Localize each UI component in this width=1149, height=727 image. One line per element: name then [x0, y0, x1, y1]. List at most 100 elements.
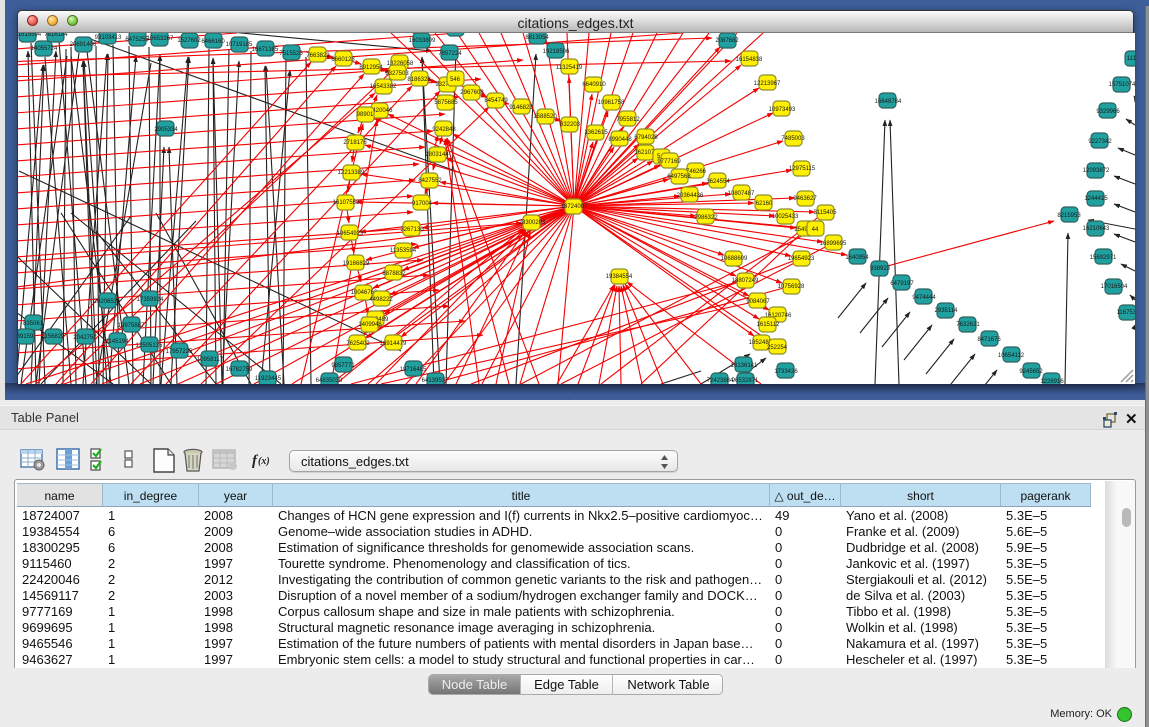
svg-text:7857224: 7857224: [438, 51, 462, 57]
svg-text:9327503: 9327503: [385, 71, 409, 77]
svg-text:7955812: 7955812: [616, 117, 640, 123]
svg-text:9474444: 9474444: [912, 295, 936, 301]
svg-text:16543382: 16543382: [370, 84, 397, 90]
svg-text:19654923: 19654923: [337, 231, 364, 237]
svg-text:10807487: 10807487: [728, 191, 755, 197]
svg-text:8186328: 8186328: [407, 77, 431, 83]
svg-text:1145194: 1145194: [106, 339, 130, 345]
svg-text:10654112: 10654112: [998, 353, 1025, 359]
svg-text:835061: 835061: [23, 321, 44, 327]
svg-text:2905334: 2905334: [154, 127, 178, 133]
svg-text:7632621: 7632621: [956, 322, 980, 328]
svg-text:12505135: 12505135: [136, 343, 163, 349]
svg-text:10973493: 10973493: [769, 107, 796, 113]
svg-text:20364436: 20364436: [677, 193, 704, 199]
svg-text:12213389: 12213389: [338, 170, 365, 176]
svg-text:16671385: 16671385: [252, 47, 279, 53]
svg-text:7986322: 7986322: [694, 215, 718, 221]
svg-text:10025433: 10025433: [772, 214, 799, 220]
svg-text:16033809: 16033809: [409, 38, 436, 44]
svg-text:16914479: 16914479: [380, 341, 407, 347]
svg-text:7485003: 7485003: [781, 136, 805, 142]
svg-text:20691406: 20691406: [70, 42, 97, 48]
svg-text:8990448: 8990448: [608, 137, 632, 143]
svg-text:917004: 917004: [412, 201, 433, 207]
svg-text:19654923: 19654923: [788, 256, 815, 262]
svg-text:15692971: 15692971: [1090, 255, 1117, 261]
svg-text:2042757: 2042757: [73, 335, 97, 341]
svg-text:1733426: 1733426: [774, 369, 798, 375]
svg-text:64835030: 64835030: [316, 378, 343, 384]
svg-text:1527602: 1527602: [177, 38, 201, 44]
svg-text:17016504: 17016504: [1101, 284, 1128, 290]
svg-text:15751074: 15751074: [1109, 82, 1135, 88]
svg-text:64139537: 64139537: [422, 378, 449, 384]
svg-text:18807249: 18807249: [732, 278, 759, 284]
svg-text:9463627: 9463627: [793, 196, 817, 202]
svg-text:11353594: 11353594: [390, 248, 417, 254]
svg-text:10688609: 10688609: [721, 256, 748, 262]
svg-text:6794028: 6794028: [634, 135, 658, 141]
svg-text:3115405: 3115405: [814, 210, 838, 216]
svg-text:8813054: 8813054: [525, 35, 549, 41]
svg-text:6479197: 6479197: [890, 281, 914, 287]
svg-text:10719185: 10719185: [226, 42, 253, 48]
svg-text:6640910: 6640910: [582, 82, 606, 88]
svg-text:2087682: 2087682: [715, 38, 739, 44]
svg-text:3267130: 3267130: [400, 227, 424, 233]
svg-text:16648784: 16648784: [875, 99, 902, 105]
svg-text:62160: 62160: [756, 201, 773, 207]
svg-text:96532871: 96532871: [732, 378, 759, 384]
svg-text:8660128: 8660128: [331, 57, 355, 63]
svg-text:8471676: 8471676: [977, 337, 1001, 343]
svg-text:16210643: 16210643: [1083, 226, 1110, 232]
svg-text:93103413: 93103413: [95, 35, 122, 41]
svg-text:20206536: 20206536: [94, 299, 121, 305]
svg-text:8454749: 8454749: [484, 98, 508, 104]
svg-text:19166829: 19166829: [343, 261, 370, 267]
svg-text:12213967: 12213967: [754, 81, 781, 87]
svg-text:1640954: 1640954: [845, 255, 869, 261]
svg-text:546: 546: [450, 77, 461, 83]
svg-text:2718176: 2718176: [343, 140, 367, 146]
svg-text:14055724: 14055724: [31, 46, 58, 52]
svg-text:9084067: 9084067: [746, 299, 770, 305]
svg-text:19716485: 19716485: [400, 367, 427, 373]
svg-text:17957225: 17957225: [166, 349, 193, 355]
svg-text:17359924: 17359924: [137, 297, 164, 303]
svg-text:5875685: 5875685: [434, 100, 458, 106]
svg-text:10756928: 10756928: [778, 284, 805, 290]
svg-text:9242848: 9242848: [432, 127, 456, 133]
svg-text:8215953: 8215953: [1057, 213, 1081, 219]
svg-text:11923445: 11923445: [255, 376, 282, 382]
svg-text:9857771: 9857771: [331, 363, 355, 369]
svg-text:7515526: 7515526: [279, 51, 303, 57]
svg-text:3624554: 3624554: [706, 179, 730, 185]
svg-text:9245652: 9245652: [1019, 369, 1043, 375]
svg-text:16899695: 16899695: [820, 241, 847, 247]
svg-text:28300203: 28300203: [519, 220, 546, 226]
svg-text:8912954: 8912954: [359, 65, 383, 71]
svg-text:252254: 252254: [767, 345, 788, 351]
svg-text:98901: 98901: [357, 112, 374, 118]
svg-text:1117: 1117: [1127, 56, 1135, 62]
svg-text:(x): (x): [258, 456, 270, 467]
svg-text:12093872: 12093872: [1083, 168, 1110, 174]
svg-text:9146821: 9146821: [509, 105, 533, 111]
svg-text:18724007: 18724007: [561, 204, 588, 210]
svg-text:10653267: 10653267: [147, 36, 174, 42]
svg-text:8427552: 8427552: [418, 178, 442, 184]
svg-text:4498222: 4498222: [369, 297, 393, 303]
svg-text:7625402: 7625402: [346, 341, 370, 347]
svg-text:11615594: 11615594: [18, 33, 42, 38]
svg-text:2935114: 2935114: [935, 308, 959, 314]
svg-text:8878832: 8878832: [382, 271, 406, 277]
svg-text:832203: 832203: [560, 122, 581, 128]
svg-text:6466160: 6466160: [201, 39, 225, 45]
svg-text:1588520: 1588520: [533, 114, 557, 120]
svg-text:16782759: 16782759: [226, 367, 253, 373]
svg-text:10958117: 10958117: [197, 357, 224, 363]
svg-text:44: 44: [812, 227, 819, 233]
svg-text:1226916: 1226916: [1040, 379, 1064, 384]
svg-text:1167533: 1167533: [1117, 310, 1135, 316]
